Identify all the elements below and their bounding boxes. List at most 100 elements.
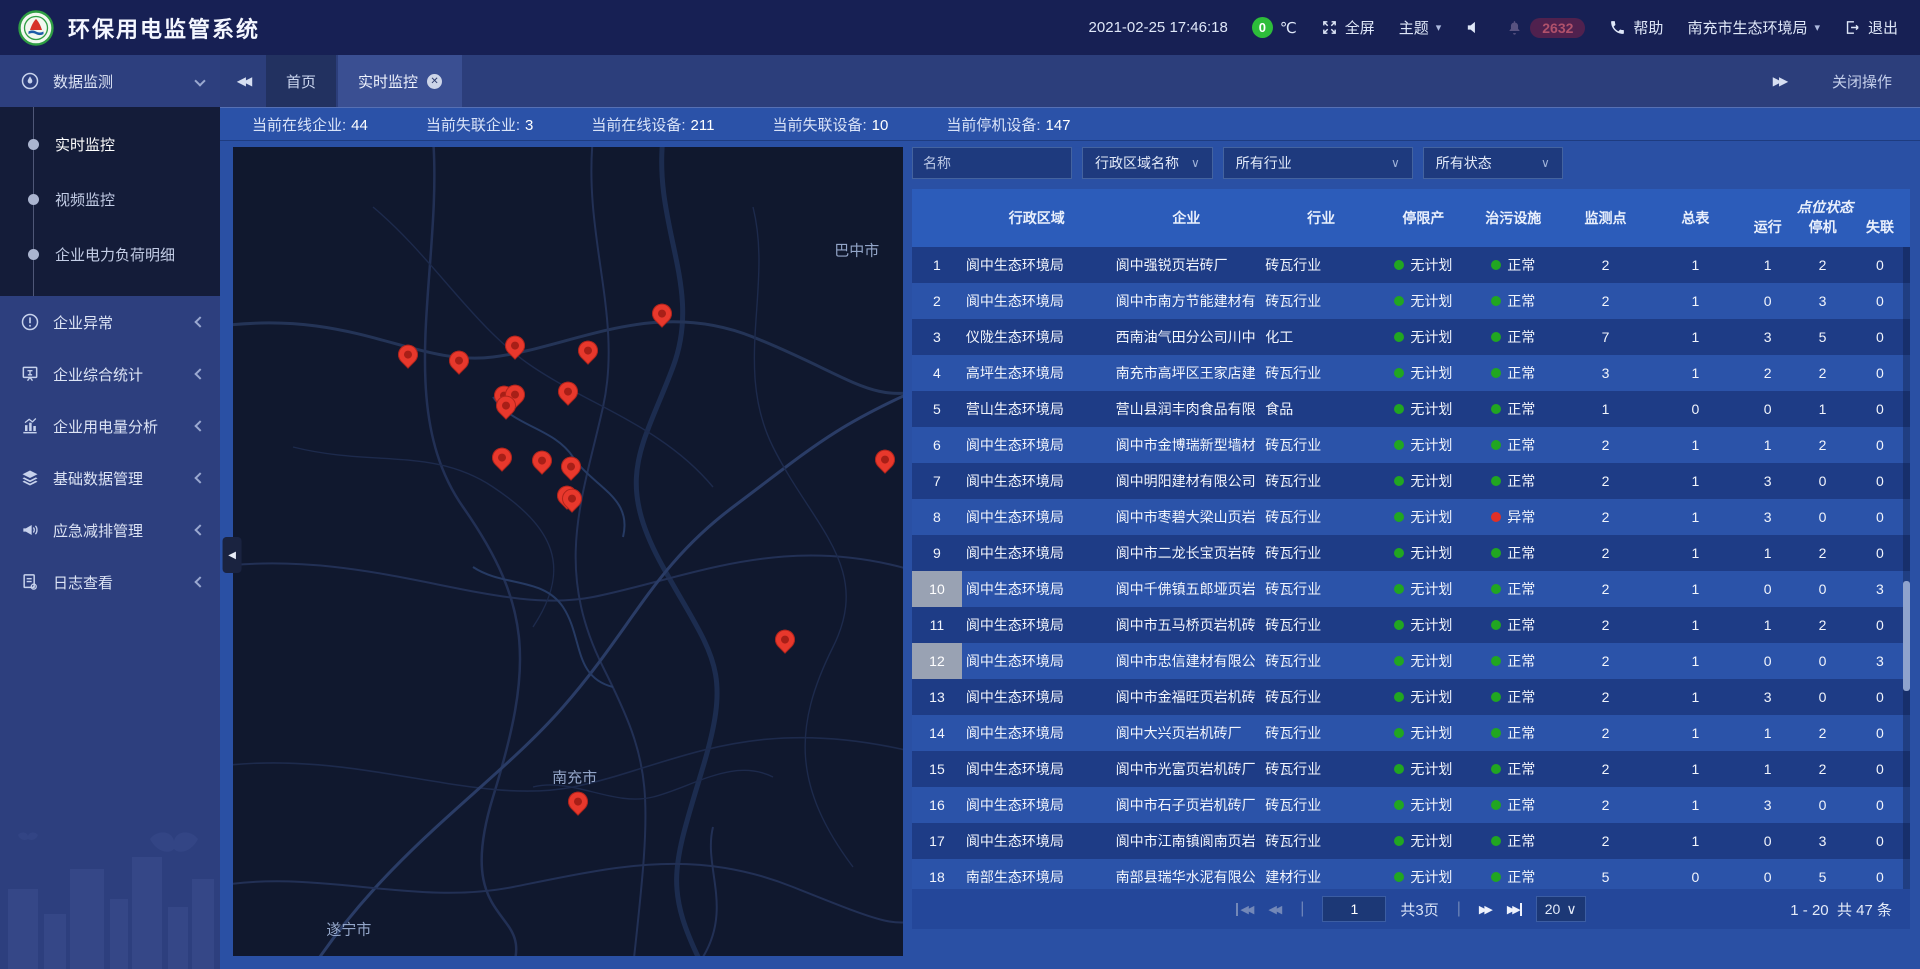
cell-meter: 1 bbox=[1650, 581, 1740, 597]
cell-meter: 1 bbox=[1650, 329, 1740, 345]
cell-facility-status: 正常 bbox=[1466, 867, 1561, 887]
tab-close-icon[interactable]: ✕ bbox=[427, 74, 442, 89]
chevron-left-icon bbox=[194, 316, 205, 327]
column-header: 行政区域 bbox=[962, 208, 1112, 228]
stop-status-label: 无计划 bbox=[1410, 759, 1452, 779]
cell-run: 1 bbox=[1740, 545, 1795, 561]
region-filter-select[interactable]: 行政区域名称∨ bbox=[1082, 147, 1213, 179]
cell-halt: 2 bbox=[1795, 437, 1850, 453]
status-filter-select[interactable]: 所有状态∨ bbox=[1423, 147, 1563, 179]
status-dot-green bbox=[1491, 692, 1501, 702]
sidebar-subitem[interactable]: 视频监控 bbox=[0, 172, 220, 227]
status-dot-green bbox=[1491, 332, 1501, 342]
cell-industry: 砖瓦行业 bbox=[1261, 687, 1381, 707]
cell-facility-status: 正常 bbox=[1466, 795, 1561, 815]
page-size-select[interactable]: 20 ∨ bbox=[1536, 896, 1586, 922]
column-header: 治污设施 bbox=[1466, 208, 1561, 228]
next-page-button[interactable]: ▶▶ bbox=[1479, 903, 1493, 916]
table-row[interactable]: 11阆中生态环境局阆中市五马桥页岩机砖砖瓦行业无计划正常21120 bbox=[912, 607, 1910, 643]
cell-facility-status: 正常 bbox=[1466, 759, 1561, 779]
table-scrollbar[interactable] bbox=[1903, 247, 1910, 889]
org-dropdown[interactable]: 南充市生态环境局 ▾ bbox=[1687, 17, 1820, 38]
cell-meter: 1 bbox=[1650, 437, 1740, 453]
table-row[interactable]: 8阆中生态环境局阆中市枣碧大梁山页岩砖瓦行业无计划异常21300 bbox=[912, 499, 1910, 535]
cell-lost: 0 bbox=[1850, 509, 1910, 525]
sidebar-item-megaphone[interactable]: 应急减排管理 bbox=[0, 504, 220, 556]
table-row[interactable]: 1阆中生态环境局阆中强锐页岩砖厂砖瓦行业无计划正常21120 bbox=[912, 247, 1910, 283]
cell-lost: 3 bbox=[1850, 581, 1910, 597]
cell-company: 阆中市江南镇阆南页岩 bbox=[1112, 831, 1262, 851]
cell-company: 阆中市枣碧大梁山页岩 bbox=[1112, 507, 1262, 527]
fullscreen-button[interactable]: 全屏 bbox=[1321, 17, 1375, 38]
column-header: 行业 bbox=[1261, 208, 1381, 228]
sidebar-subitem[interactable]: 实时监控 bbox=[0, 117, 220, 172]
table-row[interactable]: 10阆中生态环境局阆中千佛镇五郎垭页岩砖瓦行业无计划正常21003 bbox=[912, 571, 1910, 607]
sidebar-item-board[interactable]: 企业综合统计 bbox=[0, 348, 220, 400]
sidebar-item-layers[interactable]: 基础数据管理 bbox=[0, 452, 220, 504]
cell-halt: 0 bbox=[1795, 689, 1850, 705]
table-row[interactable]: 13阆中生态环境局阆中市金福旺页岩机砖砖瓦行业无计划正常21300 bbox=[912, 679, 1910, 715]
table-row[interactable]: 5营山生态环境局营山县润丰肉食品有限食品无计划正常10010 bbox=[912, 391, 1910, 427]
table-row[interactable]: 15阆中生态环境局阆中市光富页岩机砖厂砖瓦行业无计划正常21120 bbox=[912, 751, 1910, 787]
table-row[interactable]: 17阆中生态环境局阆中市江南镇阆南页岩砖瓦行业无计划正常21030 bbox=[912, 823, 1910, 859]
sound-button[interactable] bbox=[1465, 19, 1482, 36]
facility-status-label: 正常 bbox=[1507, 255, 1535, 275]
status-dot-green bbox=[1394, 548, 1404, 558]
sidebar-item-gauge[interactable]: 数据监测 bbox=[0, 55, 220, 107]
cell-lost: 0 bbox=[1850, 869, 1910, 885]
sidebar-item-log[interactable]: 日志查看 bbox=[0, 556, 220, 608]
cell-halt: 2 bbox=[1795, 545, 1850, 561]
prev-page-button[interactable]: ◀◀ bbox=[1268, 903, 1282, 916]
table-row[interactable]: 18南部生态环境局南部县瑞华水泥有限公建材行业无计划正常50050 bbox=[912, 859, 1910, 889]
page-number-input[interactable] bbox=[1322, 896, 1386, 922]
facility-status-label: 正常 bbox=[1507, 651, 1535, 671]
map-collapse-handle[interactable]: ◀ bbox=[223, 537, 242, 573]
cell-company: 阆中明阳建材有限公司 bbox=[1112, 471, 1262, 491]
facility-status-label: 正常 bbox=[1507, 723, 1535, 743]
industry-filter-select[interactable]: 所有行业∨ bbox=[1223, 147, 1413, 179]
table-row[interactable]: 16阆中生态环境局阆中市石子页岩机砖厂砖瓦行业无计划正常21300 bbox=[912, 787, 1910, 823]
sidebar-item-chart[interactable]: 企业用电量分析 bbox=[0, 400, 220, 452]
cell-run: 1 bbox=[1740, 725, 1795, 741]
last-page-button[interactable]: ▶▶ bbox=[1507, 903, 1522, 916]
tab-scroll-left-icon[interactable]: ◀◀ bbox=[220, 55, 266, 107]
cell-points: 2 bbox=[1561, 293, 1651, 309]
theme-dropdown[interactable]: 主题 ▾ bbox=[1399, 17, 1442, 38]
table-row[interactable]: 3仪陇生态环境局西南油气田分公司川中化工无计划正常71350 bbox=[912, 319, 1910, 355]
stop-status-label: 无计划 bbox=[1410, 831, 1452, 851]
logout-button[interactable]: 退出 bbox=[1844, 17, 1898, 38]
table-row[interactable]: 4高坪生态环境局南充市高坪区王家店建砖瓦行业无计划正常31220 bbox=[912, 355, 1910, 391]
row-number: 5 bbox=[912, 391, 962, 427]
table-row[interactable]: 9阆中生态环境局阆中市二龙长宝页岩砖砖瓦行业无计划正常21120 bbox=[912, 535, 1910, 571]
cell-facility-status: 正常 bbox=[1466, 615, 1561, 635]
cell-stop-status: 无计划 bbox=[1381, 507, 1466, 527]
cell-stop-status: 无计划 bbox=[1381, 471, 1466, 491]
cell-lost: 0 bbox=[1850, 617, 1910, 633]
table-row[interactable]: 2阆中生态环境局阆中市南方节能建材有砖瓦行业无计划正常21030 bbox=[912, 283, 1910, 319]
name-filter-input[interactable] bbox=[912, 147, 1072, 179]
notifications[interactable]: 2632 bbox=[1506, 18, 1585, 38]
cell-stop-status: 无计划 bbox=[1381, 399, 1466, 419]
cell-meter: 1 bbox=[1650, 257, 1740, 273]
tab-scroll-right-icon[interactable]: ▶▶ bbox=[1756, 74, 1802, 88]
table-row[interactable]: 7阆中生态环境局阆中明阳建材有限公司砖瓦行业无计划正常21300 bbox=[912, 463, 1910, 499]
help-button[interactable]: 帮助 bbox=[1609, 17, 1663, 38]
cell-halt: 2 bbox=[1795, 365, 1850, 381]
stop-status-label: 无计划 bbox=[1410, 255, 1452, 275]
stop-status-label: 无计划 bbox=[1410, 795, 1452, 815]
table-row[interactable]: 14阆中生态环境局阆中大兴页岩机砖厂砖瓦行业无计划正常21120 bbox=[912, 715, 1910, 751]
table-row[interactable]: 6阆中生态环境局阆中市金博瑞新型墙材砖瓦行业无计划正常21120 bbox=[912, 427, 1910, 463]
tab-realtime-monitoring[interactable]: 实时监控 ✕ bbox=[338, 55, 462, 107]
map-panel[interactable]: 巴中市南充市遂宁市 ◀ bbox=[233, 147, 903, 956]
status-dot-green bbox=[1491, 872, 1501, 882]
cell-run: 1 bbox=[1740, 437, 1795, 453]
first-page-button[interactable]: ◀◀ bbox=[1236, 903, 1254, 916]
stat-item: 当前停机设备:147 bbox=[946, 114, 1070, 135]
sidebar-item-alert[interactable]: 企业异常 bbox=[0, 296, 220, 348]
table-row[interactable]: 12阆中生态环境局阆中市忠信建材有限公砖瓦行业无计划正常21003 bbox=[912, 643, 1910, 679]
cell-industry: 砖瓦行业 bbox=[1261, 651, 1381, 671]
status-dot-green bbox=[1491, 836, 1501, 846]
tab-home[interactable]: 首页 bbox=[266, 55, 336, 107]
sidebar-subitem[interactable]: 企业电力负荷明细 bbox=[0, 227, 220, 282]
close-operations-button[interactable]: 关闭操作 bbox=[1832, 71, 1892, 92]
